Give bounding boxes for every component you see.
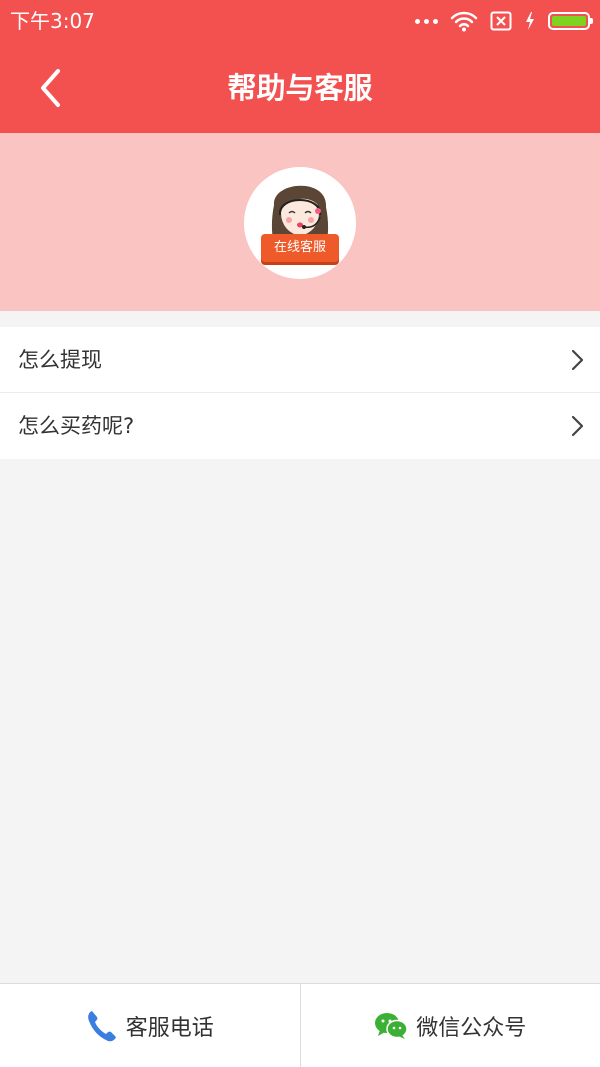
status-icons: [415, 8, 593, 34]
no-sim-icon: [490, 11, 512, 31]
wifi-icon: [450, 11, 478, 32]
more-dots-icon: [415, 18, 438, 24]
menu-item-label: 怎么买药呢?: [18, 414, 135, 438]
wechat-icon: [375, 1012, 408, 1039]
phone-icon: [87, 1010, 116, 1041]
chevron-right-icon: [571, 415, 584, 437]
online-service-badge[interactable]: 在线客服: [261, 234, 339, 262]
service-phone-button[interactable]: 客服电话: [0, 984, 300, 1067]
help-menu-list: 怎么提现 怎么买药呢?: [0, 327, 600, 459]
agent-avatar-icon: [244, 167, 356, 279]
wechat-official-button[interactable]: 微信公众号: [299, 984, 600, 1067]
battery-level: [552, 16, 586, 26]
nav-bar: 帮助与客服: [0, 42, 600, 133]
hero-banner: 在线客服: [0, 133, 600, 311]
chevron-right-icon: [571, 349, 584, 371]
wechat-official-label: 微信公众号: [416, 1015, 527, 1041]
status-bar: 下午3:07: [0, 0, 600, 42]
customer-service-avatar[interactable]: [244, 167, 356, 279]
battery-icon: [548, 12, 593, 30]
menu-item-label: 怎么提现: [18, 348, 102, 372]
charging-icon: [526, 12, 534, 30]
page-title: 帮助与客服: [227, 71, 373, 105]
bottom-action-bar: 客服电话 微信公众号: [0, 983, 600, 1067]
menu-item-buy-medicine[interactable]: 怎么买药呢?: [0, 393, 600, 459]
service-phone-label: 客服电话: [125, 1015, 214, 1041]
menu-item-withdraw[interactable]: 怎么提现: [0, 327, 600, 393]
status-time: 下午3:07: [10, 9, 95, 33]
